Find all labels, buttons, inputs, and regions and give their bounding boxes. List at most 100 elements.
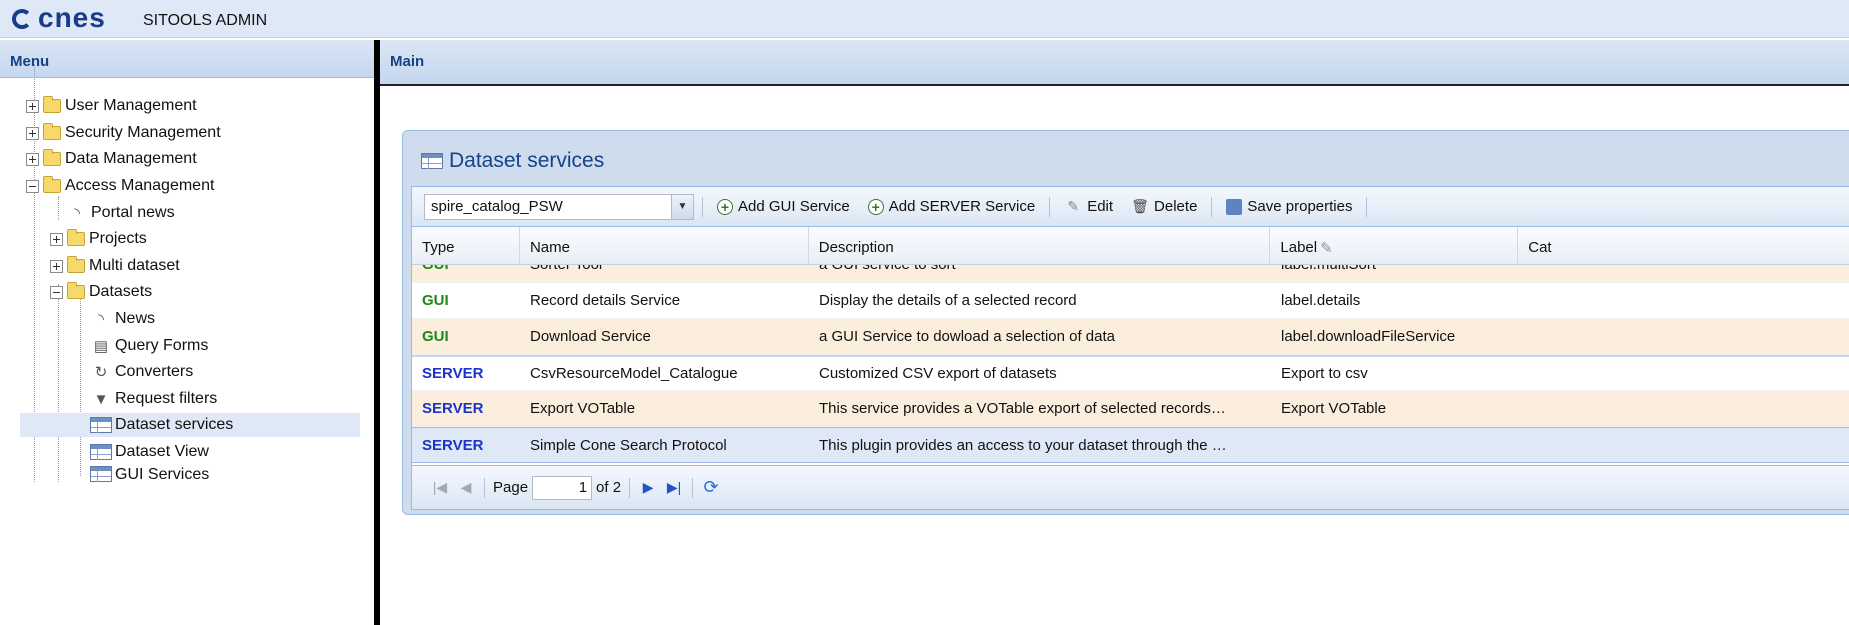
prev-page-icon[interactable]: ◀	[456, 478, 476, 498]
cell-description: a GUI Service to dowload a selection of …	[819, 328, 1116, 345]
table-row[interactable]: SERVER Export VOTable This service provi…	[412, 391, 1849, 427]
window-title-text: Dataset services	[449, 149, 605, 172]
delete-label: Delete	[1154, 198, 1198, 215]
cell-label: label.multiSort	[1271, 265, 1519, 273]
dataset-select[interactable]: spire_catalog_PSW ▼	[424, 193, 694, 220]
table-row[interactable]: GUI Download Service a GUI Service to do…	[412, 319, 1849, 355]
rss-icon: ◝	[74, 205, 80, 222]
tree-item-label: Query Forms	[115, 337, 209, 354]
table-row[interactable]: GUI Record details Service Display the d…	[412, 283, 1849, 319]
add-server-service-button[interactable]: + Add SERVER Service	[862, 194, 1041, 220]
save-properties-label: Save properties	[1247, 198, 1353, 215]
tree-item-gui-services[interactable]: GUI Services	[90, 466, 209, 482]
cell-name: Export VOTable	[530, 400, 636, 417]
table-row-selected[interactable]: SERVER Simple Cone Search Protocol This …	[412, 427, 1849, 463]
delete-button[interactable]: 🗑 Delete	[1125, 194, 1203, 220]
cnes-logo-mark	[10, 7, 36, 29]
tree-item-access-management[interactable]: Access Management	[26, 174, 214, 198]
page-count-label: of 2	[596, 479, 622, 496]
tree-item-news[interactable]: ◝ News	[90, 307, 155, 331]
tree-item-query-forms[interactable]: ▤ Query Forms	[90, 334, 208, 358]
expand-icon[interactable]	[50, 232, 63, 246]
page-label: Page	[493, 479, 529, 496]
folder-open-icon	[43, 176, 61, 193]
collapse-icon[interactable]	[26, 179, 39, 193]
table-row[interactable]: SERVER CsvResourceModel_Catalogue Custom…	[412, 355, 1849, 391]
expand-icon[interactable]	[26, 126, 39, 140]
column-header-category[interactable]: Cat	[1518, 227, 1849, 264]
page-number-input[interactable]: 1	[532, 475, 593, 500]
expand-icon[interactable]	[26, 99, 39, 113]
cell-description: This plugin provides an access to your d…	[819, 436, 1227, 454]
first-page-icon[interactable]: |◀	[430, 478, 450, 498]
column-header-description[interactable]: Description	[809, 227, 1271, 264]
main-panel-header: Main	[380, 40, 1849, 86]
cell-type: SERVER	[422, 436, 484, 454]
tree-item-security-management[interactable]: Security Management	[26, 121, 221, 145]
refresh-icon[interactable]: ⟳	[701, 477, 721, 498]
tree-item-label: Security Management	[65, 124, 221, 141]
cell-name: Sorter Tool	[520, 265, 809, 273]
converter-icon: ↻	[94, 364, 108, 381]
tree-item-label: GUI Services	[115, 466, 210, 482]
pencil-icon: ✎	[1067, 198, 1080, 214]
cell-description: Display the details of a selected record	[819, 292, 1077, 309]
table-row[interactable]: GUI Sorter Tool a GUI service to sort la…	[412, 265, 1849, 283]
pencil-icon: ✎	[1320, 240, 1333, 257]
tree-item-multi-dataset[interactable]: Multi dataset	[50, 254, 180, 278]
add-icon: +	[717, 198, 733, 215]
top-header: cnes SITOOLS ADMIN	[0, 0, 1849, 38]
tree-item-label: Converters	[115, 363, 194, 380]
chevron-down-icon[interactable]: ▼	[671, 194, 693, 219]
tree-item-projects[interactable]: Projects	[50, 227, 147, 251]
tree-item-converters[interactable]: ↻ Converters	[90, 360, 194, 384]
grid-rows: GUI Sorter Tool a GUI service to sort la…	[412, 265, 1849, 465]
collapse-icon[interactable]	[50, 285, 63, 299]
tree-item-data-management[interactable]: Data Management	[26, 147, 197, 171]
cell-type: GUI	[422, 328, 449, 345]
cell-label: Export VOTable	[1281, 400, 1387, 417]
folder-icon	[43, 149, 61, 166]
column-header-label[interactable]: Label ✎	[1270, 227, 1519, 264]
column-header-label-text: Label	[1280, 239, 1318, 256]
tree-item-request-filters[interactable]: ▼ Request filters	[90, 387, 218, 411]
tree-item-label: Datasets	[89, 283, 153, 300]
app-title: SITOOLS ADMIN	[143, 12, 268, 29]
cnes-logo: cnes	[10, 4, 106, 32]
tree-item-label: Projects	[89, 230, 147, 247]
folder-icon	[43, 123, 61, 140]
add-gui-service-button[interactable]: + Add GUI Service	[711, 194, 856, 220]
cell-type: SERVER	[422, 400, 484, 417]
add-gui-service-label: Add GUI Service	[738, 198, 850, 215]
window-title: Dataset services	[421, 149, 604, 173]
tree-item-label: Dataset View	[115, 443, 209, 460]
next-page-icon[interactable]: ▶	[638, 478, 658, 498]
grid-toolbar: spire_catalog_PSW ▼ + Add GUI Service + …	[412, 187, 1849, 227]
expand-icon[interactable]	[50, 259, 63, 273]
cell-name: Download Service	[530, 328, 651, 345]
cell-type: GUI	[422, 292, 449, 309]
tree-item-user-management[interactable]: User Management	[26, 94, 197, 118]
tree-item-portal-news[interactable]: ◝ Portal news	[66, 201, 175, 225]
column-header-type[interactable]: Type	[412, 227, 520, 264]
tree-item-dataset-view[interactable]: Dataset View	[90, 440, 209, 464]
cell-type: SERVER	[422, 365, 484, 382]
last-page-icon[interactable]: ▶|	[664, 478, 684, 498]
edit-button[interactable]: ✎ Edit	[1058, 194, 1119, 220]
column-header-name[interactable]: Name	[520, 227, 809, 264]
tree-item-label: User Management	[65, 97, 197, 114]
cnes-logo-text: cnes	[38, 2, 106, 33]
expand-icon[interactable]	[26, 152, 39, 166]
tree-item-dataset-services[interactable]: Dataset services	[20, 413, 360, 437]
save-icon	[1226, 198, 1243, 215]
tree-item-label: Access Management	[65, 177, 215, 194]
cell-name: Simple Cone Search Protocol	[530, 436, 727, 454]
folder-open-icon	[67, 282, 85, 299]
trash-icon: 🗑	[1131, 198, 1149, 214]
tree-item-label: Portal news	[91, 204, 175, 221]
tree-item-datasets[interactable]: Datasets	[50, 280, 152, 304]
cell-label: label.downloadFileService	[1281, 328, 1456, 345]
save-properties-button[interactable]: Save properties	[1220, 194, 1358, 220]
add-server-service-label: Add SERVER Service	[888, 198, 1036, 215]
tree-item-label: News	[115, 310, 156, 327]
